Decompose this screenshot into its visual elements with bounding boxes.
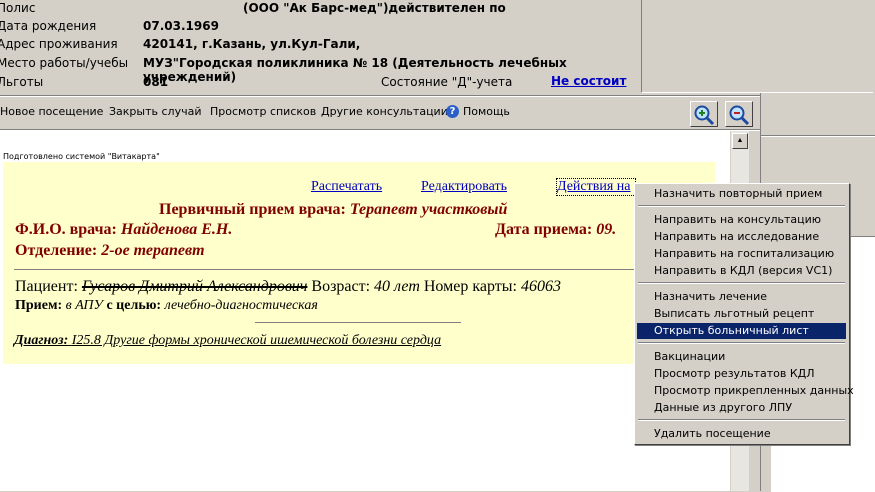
dept-label: Отделение: (15, 242, 98, 259)
doctor-value: Найденова Е.Н. (120, 221, 233, 238)
help-icon[interactable]: ? (446, 105, 459, 118)
doctor-line: Ф.И.О. врача: Найденова Е.Н. (15, 221, 232, 239)
toolbar: Новое посещение Закрыть случай Просмотр … (0, 97, 760, 131)
date-line: Дата приема: 09. (495, 221, 616, 239)
zoom-in-button[interactable] (690, 101, 718, 127)
purpose-value: лечебно-диагностическая (164, 298, 318, 313)
doctor-label: Ф.И.О. врача: (15, 221, 117, 238)
scroll-up-button[interactable]: ▲ (732, 133, 748, 149)
menu-item-refer-hospital[interactable]: Направить на госпитализацию (637, 246, 846, 262)
menu-item-benefit-prescription[interactable]: Выписать льготный рецепт (637, 306, 846, 322)
work-label: Место работы/учебы (0, 56, 129, 70)
actions-context-menu: Назначить повторный прием Направить на к… (634, 183, 854, 445)
photo-frame (641, 0, 873, 93)
menu-item-attached-data[interactable]: Просмотр прикрепленных данных (637, 383, 854, 399)
zoom-out-icon (729, 105, 750, 126)
purpose-label: с целью: (106, 298, 162, 313)
menu-item-refer-kdl[interactable]: Направить в КДЛ (версия VC1) (637, 263, 846, 279)
menu-item-refer-consult[interactable]: Направить на консультацию (637, 212, 846, 228)
policy-label: Полис (0, 1, 36, 15)
visit-heading: Первичный прием врача: Терапевт участков… (159, 201, 507, 219)
menu-item-delete-visit[interactable]: Удалить посещение (637, 426, 846, 442)
other-consult-button[interactable]: Другие консультации (321, 105, 448, 118)
menu-separator (638, 282, 845, 284)
menu-item-refer-exam[interactable]: Направить на исследование (637, 229, 846, 245)
visit-heading-spec: Терапевт участковый (349, 201, 508, 218)
menu-item-kdl-results[interactable]: Просмотр результатов КДЛ (637, 366, 846, 382)
diagnosis-label: Диагноз: (14, 333, 69, 348)
reception-line: Прием: в АПУ с целью: лечебно-диагностич… (15, 298, 318, 314)
date-value: 09. (596, 221, 617, 238)
print-link[interactable]: Распечатать (311, 179, 382, 195)
reception-label: Прием: (15, 298, 63, 313)
age-label: Возраст: (311, 278, 371, 295)
section-rule (14, 269, 716, 270)
card-label: Номер карты: (423, 278, 517, 295)
card-value: 46063 (520, 278, 561, 295)
actions-link[interactable]: Действия на (556, 178, 636, 196)
policy-value: (ООО "Ак Барс-мед")действителен по (243, 1, 506, 15)
prepared-by-note: Подготовлено системой "Витакарта" (3, 152, 160, 161)
menu-item-other-lpu[interactable]: Данные из другого ЛПУ (637, 400, 846, 416)
reception-rule (255, 322, 461, 323)
menu-item-assign-treatment[interactable]: Назначить лечение (637, 289, 846, 305)
diagnosis-value: I25.8 Другие формы хронической ишемическ… (71, 333, 442, 348)
patient-line: Пациент: Гусаров Дмитрий Александрович В… (15, 278, 561, 296)
patient-info-panel: Полис (ООО "Ак Барс-мед")действителен по… (0, 0, 640, 96)
document-view: Подготовлено системой "Витакарта" Распеч… (0, 131, 730, 491)
benefits-value: 081 (143, 75, 169, 89)
edit-link[interactable]: Редактировать (421, 179, 507, 195)
date-label: Дата приема: (495, 221, 593, 238)
d-status-link[interactable]: Не состоит (551, 74, 626, 88)
menu-item-repeat-visit[interactable]: Назначить повторный прием (637, 186, 846, 202)
age-value: 40 лет (374, 278, 420, 295)
zoom-in-icon (694, 105, 715, 126)
menu-separator (638, 205, 845, 207)
dept-line: Отделение: 2-ое терапевт (15, 242, 205, 260)
benefits-label: Льготы (0, 75, 44, 89)
view-lists-button[interactable]: Просмотр списков (210, 105, 316, 118)
dob-label: Дата рождения (0, 19, 97, 33)
menu-item-vaccinations[interactable]: Вакцинации (637, 349, 846, 365)
patient-name: Гусаров Дмитрий Александрович (81, 278, 308, 295)
diagnosis-line: Диагноз: I25.8 Другие формы хронической … (14, 333, 441, 349)
dob-value: 07.03.1969 (143, 19, 219, 33)
reception-place: в АПУ (65, 298, 103, 313)
address-value: 420141, г.Казань, ул.Кул-Гали, (143, 37, 361, 51)
menu-separator (638, 342, 845, 344)
right-panel-divider (761, 135, 875, 137)
patient-label: Пациент: (15, 278, 78, 295)
menu-item-sick-leave[interactable]: Открыть больничный лист (637, 323, 846, 339)
close-case-button[interactable]: Закрыть случай (109, 105, 201, 118)
address-label: Адрес проживания (0, 37, 118, 51)
help-button[interactable]: Помощь (463, 105, 510, 118)
dept-value: 2-ое терапевт (101, 242, 205, 259)
zoom-out-button[interactable] (725, 101, 753, 127)
visit-heading-prefix: Первичный прием врача: (159, 201, 346, 218)
d-status-label: Состояние "Д"-учета (381, 75, 513, 89)
new-visit-button[interactable]: Новое посещение (0, 105, 103, 118)
menu-separator (638, 419, 845, 421)
